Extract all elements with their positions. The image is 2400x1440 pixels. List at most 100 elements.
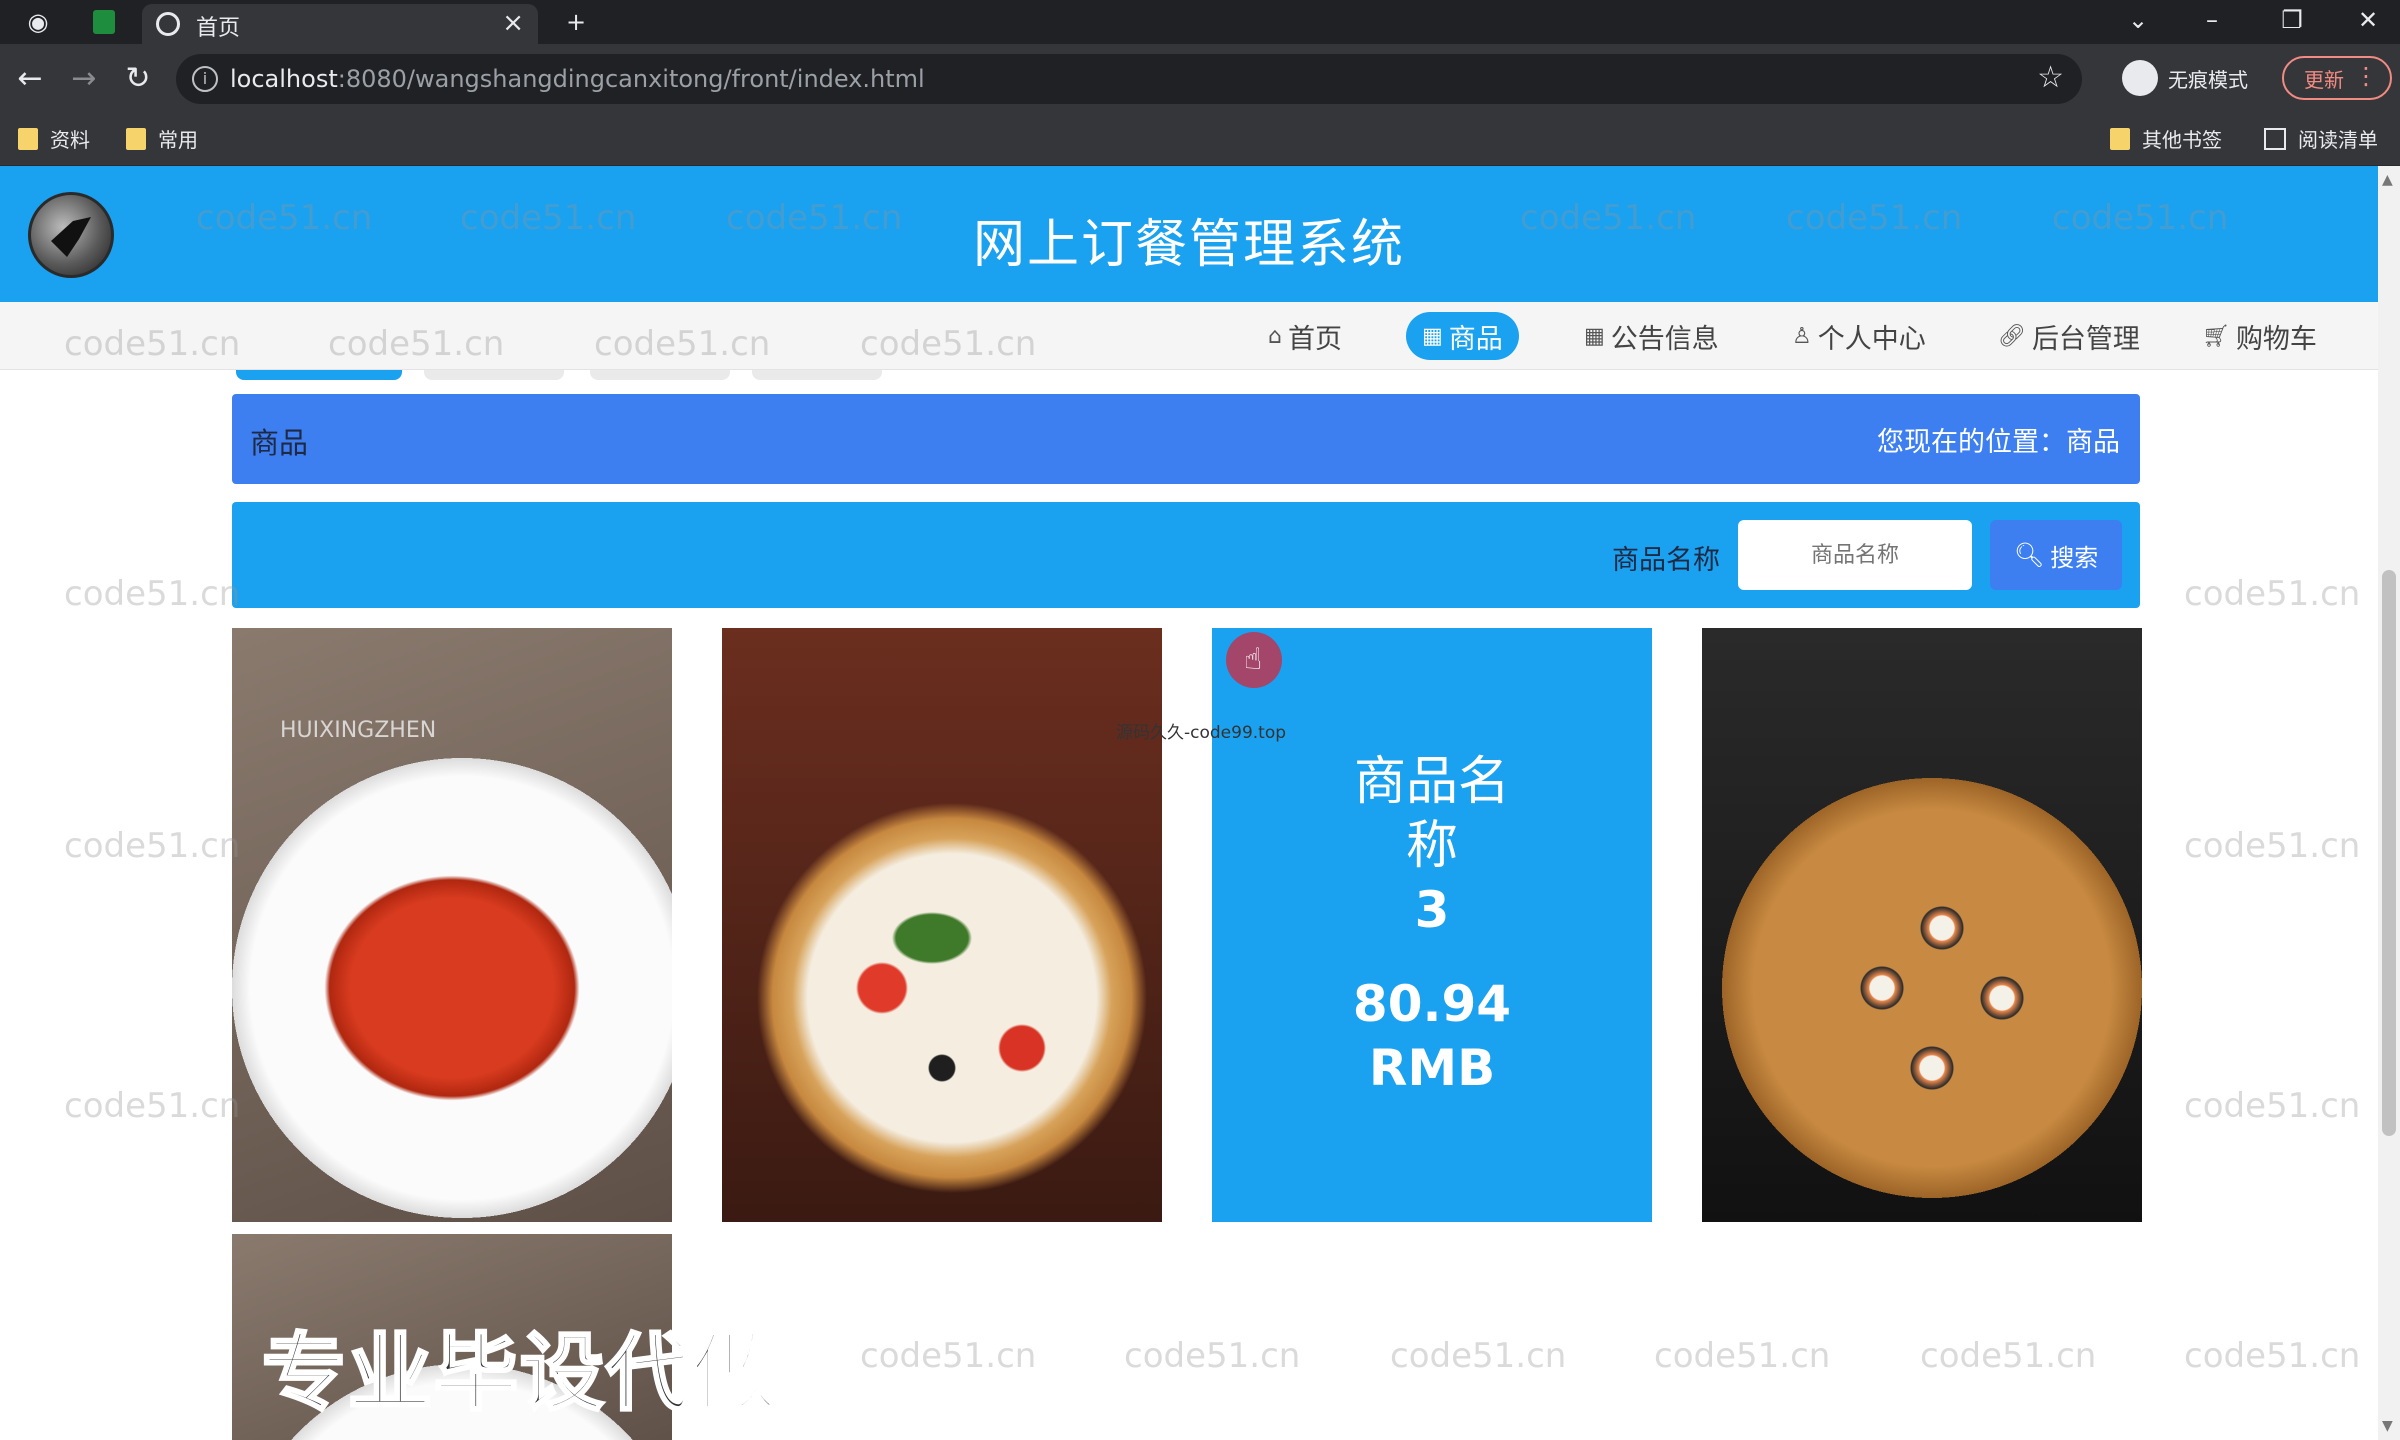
subtab-indicator — [752, 370, 882, 380]
product-price: 80.94 — [1352, 975, 1512, 1033]
globe-icon — [156, 12, 180, 36]
reading-list[interactable]: 阅读清单 — [2264, 124, 2378, 153]
address-bar[interactable]: i localhost:8080/wangshangdingcanxitong/… — [176, 54, 2082, 104]
chrome-menu-icon[interactable]: ◉ — [20, 4, 56, 40]
site-header: 网上订餐管理系统 — [0, 166, 2378, 302]
forward-icon[interactable]: → — [64, 58, 104, 98]
bookmark-folder-common[interactable]: 常用 — [126, 124, 198, 153]
incognito-indicator[interactable]: 无痕模式 — [2122, 56, 2248, 100]
watermark: code51.cn — [64, 826, 241, 866]
video-overlay-banner: 专业毕设代做 — [260, 1323, 779, 1424]
reading-list-icon — [2264, 127, 2286, 150]
link-icon: 🔗︎ — [1998, 323, 2026, 349]
bookmark-folder-resources[interactable]: 资料 — [18, 124, 90, 153]
window-close-icon[interactable]: ✕ — [2340, 0, 2396, 40]
search-input[interactable] — [1738, 520, 1972, 590]
video-overlay-text: 源码久久-code99.top — [1116, 723, 1287, 743]
subtab-indicator-active — [236, 370, 402, 380]
watermark: code51.cn — [64, 574, 241, 614]
restaurant-logo: HUIXINGZHEN — [280, 718, 437, 743]
watermark: code51.cn — [1390, 1336, 1567, 1376]
subtab-indicator — [590, 370, 730, 380]
url-host: localhost — [230, 65, 338, 93]
product-currency: RMB — [1368, 1039, 1496, 1097]
nav-cart[interactable]: 🛒︎ 购物车 — [2190, 312, 2329, 360]
active-tab[interactable]: 首页 × — [142, 4, 538, 44]
bookmark-label: 资料 — [50, 128, 90, 152]
back-icon[interactable]: ← — [10, 58, 50, 98]
folder-icon — [2110, 127, 2130, 150]
search-icon: 🔍︎ — [2013, 541, 2045, 569]
bookmark-label: 阅读清单 — [2298, 128, 2378, 152]
incognito-label: 无痕模式 — [2168, 67, 2248, 92]
nav-label: 公告信息 — [1610, 323, 1719, 355]
watermark: code51.cn — [2184, 826, 2361, 866]
search-button[interactable]: 🔍︎ 搜索 — [1990, 520, 2122, 590]
scrollbar-thumb[interactable] — [2382, 570, 2396, 1136]
nav-label: 后台管理 — [2031, 323, 2140, 355]
nav-label: 购物车 — [2235, 323, 2317, 355]
incognito-icon — [2122, 60, 2158, 96]
search-label: 商品名称 — [1612, 545, 1720, 576]
minimize-icon[interactable]: – — [2184, 0, 2240, 40]
product-card-crayfish[interactable]: HUIXINGZHEN — [232, 628, 672, 1222]
notice-icon: ▦ — [1584, 323, 1605, 349]
url-path: :8080/wangshangdingcanxitong/front/index… — [337, 65, 925, 93]
search-bar: 商品名称 🔍︎搜索 — [232, 502, 2140, 608]
site-info-icon[interactable]: i — [192, 66, 218, 92]
product-card-sushi[interactable] — [1702, 628, 2142, 1222]
nav-label: 首页 — [1287, 323, 1342, 355]
breadcrumb-bar: 商品 您现在的位置：商品 — [232, 394, 2140, 484]
nav-label: 个人中心 — [1817, 323, 1926, 355]
nav-products[interactable]: ▦ 商品 — [1406, 312, 1519, 360]
nav-home[interactable]: ⌂ 首页 — [1256, 312, 1354, 360]
product-card-pizza[interactable] — [722, 628, 1162, 1222]
sheets-tab-icon[interactable] — [86, 4, 122, 40]
site-title: 网上订餐管理系统 — [972, 215, 1405, 275]
update-label: 更新 — [2304, 67, 2344, 92]
home-icon: ⌂ — [1268, 323, 1282, 349]
page-scrollbar[interactable]: ▲ ▼ — [2378, 166, 2400, 1440]
restore-icon[interactable]: ❐ — [2264, 0, 2320, 40]
nav-admin[interactable]: 🔗︎ 后台管理 — [1986, 312, 2152, 360]
update-button[interactable]: 更新 ⋮ — [2282, 56, 2392, 100]
browser-toolbar: ← → ↻ i localhost:8080/wangshangdingcanx… — [0, 44, 2400, 114]
web-page: 网上订餐管理系统 ⌂ 首页 ▦ 商品 ▦ 公告信息 ♙ 个人中心 🔗︎ 后台管理 🛒︎ 购物… — [0, 166, 2378, 1440]
new-tab-button[interactable]: + — [558, 4, 594, 40]
more-icon[interactable]: ⋮ — [2354, 62, 2378, 90]
bookmark-star-icon[interactable]: ☆ — [2037, 60, 2064, 95]
bookmarks-bar: 资料 常用 其他书签 阅读清单 — [0, 114, 2400, 166]
folder-icon — [18, 127, 38, 150]
subtab-indicator — [424, 370, 564, 380]
watermark: code51.cn — [2184, 1086, 2361, 1126]
other-bookmarks[interactable]: 其他书签 — [2110, 124, 2222, 153]
tab-search-icon[interactable]: ⌄ — [2110, 0, 2166, 40]
search-button-label: 搜索 — [2050, 543, 2099, 572]
watermark: code51.cn — [2184, 1336, 2361, 1376]
watermark: code51.cn — [1920, 1336, 2097, 1376]
user-icon: ♙ — [1792, 323, 1812, 349]
nav-profile[interactable]: ♙ 个人中心 — [1780, 312, 1938, 360]
cart-icon: 🛒︎ — [2202, 323, 2230, 349]
product-name: 商品名称 — [1353, 752, 1510, 876]
bookmark-label: 常用 — [158, 128, 198, 152]
grid-icon: ▦ — [1422, 323, 1443, 349]
section-title: 商品 — [250, 426, 309, 460]
product-number: 3 — [1414, 881, 1450, 939]
main-nav: ⌂ 首页 ▦ 商品 ▦ 公告信息 ♙ 个人中心 🔗︎ 后台管理 🛒︎ 购物车 — [0, 302, 2378, 370]
breadcrumb: 您现在的位置：商品 — [1877, 427, 2120, 458]
watermark: code51.cn — [1654, 1336, 1831, 1376]
browser-tab-strip: ◉ 首页 × + ⌄ – ❐ ✕ — [0, 0, 2400, 44]
mouse-cursor — [1226, 632, 1282, 688]
close-tab-icon[interactable]: × — [502, 8, 524, 38]
url-text[interactable]: localhost:8080/wangshangdingcanxitong/fr… — [230, 65, 925, 93]
bookmark-label: 其他书签 — [2142, 128, 2222, 152]
reload-icon[interactable]: ↻ — [118, 58, 158, 98]
folder-icon — [126, 127, 146, 150]
tab-title: 首页 — [196, 16, 241, 41]
watermark: code51.cn — [64, 1086, 241, 1126]
nav-announcements[interactable]: ▦ 公告信息 — [1572, 312, 1731, 360]
scroll-down-icon[interactable]: ▼ — [2382, 1418, 2393, 1434]
scroll-up-icon[interactable]: ▲ — [2382, 172, 2393, 188]
nav-label: 商品 — [1448, 323, 1503, 355]
